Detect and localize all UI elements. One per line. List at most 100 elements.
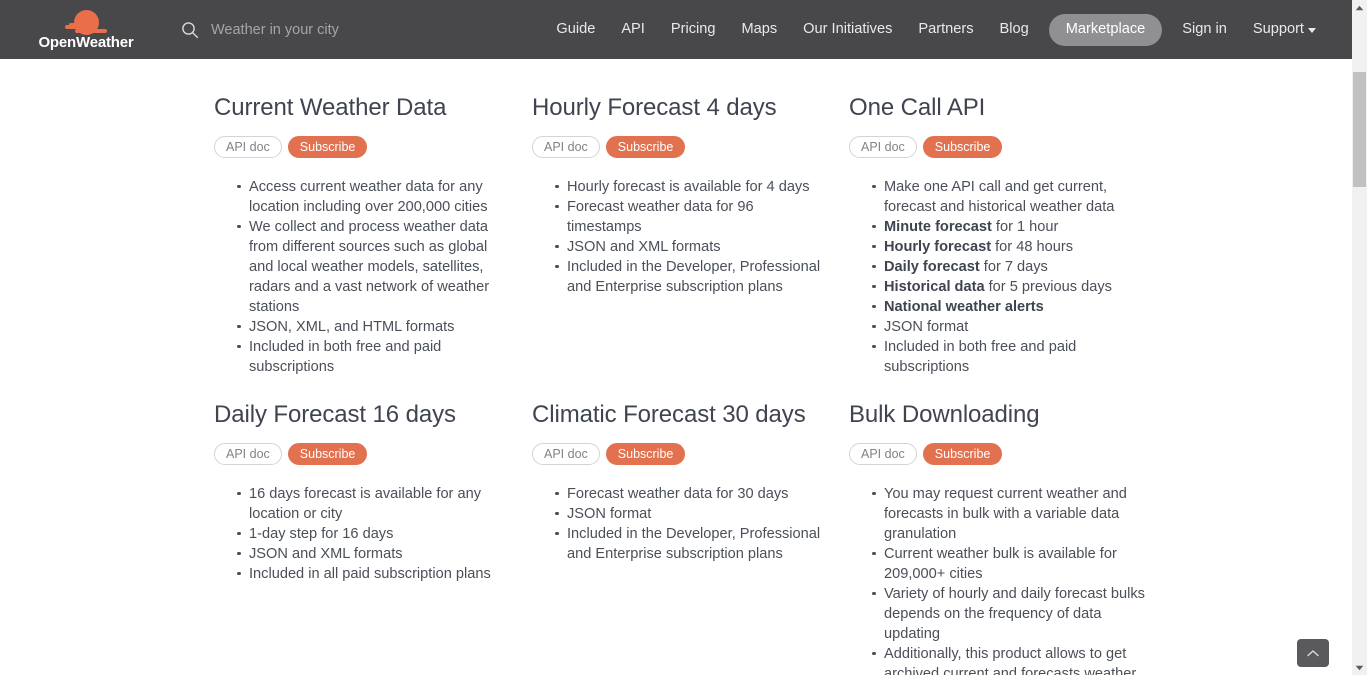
feature-text: Included in the Developer, Professional …	[567, 258, 821, 295]
feature-bold: Daily forecast	[884, 258, 980, 275]
marketplace-products-area: Current Weather Data API doc Subscribe A…	[0, 59, 1352, 675]
page-title: Hourly Forecast 4 days	[532, 94, 777, 121]
feature-list: 16 days forecast is available for any lo…	[214, 484, 514, 584]
list-item: JSON, XML, and HTML formats	[237, 317, 514, 337]
nav-item-api[interactable]: API	[608, 0, 658, 59]
list-item: JSON and XML formats	[237, 544, 514, 564]
subscribe-button[interactable]: Subscribe	[605, 135, 686, 158]
scroll-to-top-button[interactable]	[1297, 639, 1329, 667]
scroll-down-arrow-icon[interactable]	[1352, 660, 1367, 675]
page-title: Bulk Downloading	[849, 401, 1040, 428]
api-doc-button[interactable]: API doc	[849, 442, 917, 465]
page-title: Climatic Forecast 30 days	[532, 401, 806, 428]
feature-list: Hourly forecast is available for 4 days …	[532, 177, 832, 297]
nav-item-marketplace[interactable]: Marketplace	[1048, 13, 1163, 46]
list-item: Forecast weather data for 30 days	[555, 484, 832, 504]
api-doc-button[interactable]: API doc	[849, 135, 917, 158]
feature-text: Current weather bulk is available for 20…	[884, 545, 1117, 582]
list-item: Included in both free and paid subscript…	[872, 337, 1154, 377]
nav-item-guide[interactable]: Guide	[543, 0, 608, 59]
card-actions: API doc Subscribe	[849, 135, 1154, 158]
feature-text: for 48 hours	[991, 238, 1073, 255]
card-actions: API doc Subscribe	[532, 442, 832, 465]
product-card-bulk-downloading: Bulk Downloading API doc Subscribe You m…	[849, 401, 1154, 675]
feature-text: Included in all paid subscription plans	[249, 565, 491, 582]
list-item: Make one API call and get current, forec…	[872, 177, 1154, 217]
feature-list: Make one API call and get current, forec…	[849, 177, 1154, 377]
subscribe-button[interactable]: Subscribe	[287, 135, 368, 158]
list-item: Hourly forecast is available for 4 days	[555, 177, 832, 197]
feature-list: You may request current weather and fore…	[849, 484, 1154, 675]
brand-name: OpenWeather	[38, 33, 134, 51]
feature-text: Forecast weather data for 96 timestamps	[567, 198, 754, 235]
feature-text: We collect and process weather data from…	[249, 218, 490, 315]
list-item: JSON and XML formats	[555, 237, 832, 257]
list-item: 16 days forecast is available for any lo…	[237, 484, 514, 524]
subscribe-button[interactable]: Subscribe	[605, 442, 686, 465]
list-item: You may request current weather and fore…	[872, 484, 1154, 544]
feature-text: Included in both free and paid subscript…	[884, 338, 1077, 375]
feature-text: Make one API call and get current, forec…	[884, 178, 1115, 215]
product-card-climatic-forecast-30-days: Climatic Forecast 30 days API doc Subscr…	[532, 401, 832, 564]
list-item: Current weather bulk is available for 20…	[872, 544, 1154, 584]
card-actions: API doc Subscribe	[214, 442, 514, 465]
feature-text: Forecast weather data for 30 days	[567, 485, 789, 502]
list-item: JSON format	[555, 504, 832, 524]
card-actions: API doc Subscribe	[849, 442, 1154, 465]
openweather-sun-logo-icon	[65, 9, 107, 35]
scrollbar-thumb[interactable]	[1353, 72, 1366, 187]
main-navigation: Guide API Pricing Maps Our Initiatives P…	[543, 0, 1329, 59]
api-doc-button[interactable]: API doc	[532, 135, 600, 158]
nav-item-pricing[interactable]: Pricing	[658, 0, 729, 59]
feature-text: Access current weather data for any loca…	[249, 178, 488, 215]
feature-bold: Minute forecast	[884, 218, 992, 235]
feature-text: JSON and XML formats	[567, 238, 721, 255]
subscribe-button[interactable]: Subscribe	[922, 135, 1003, 158]
list-item: Access current weather data for any loca…	[237, 177, 514, 217]
feature-list: Forecast weather data for 30 days JSON f…	[532, 484, 832, 564]
list-item: We collect and process weather data from…	[237, 217, 514, 317]
feature-text: for 1 hour	[991, 218, 1059, 235]
nav-item-marketplace-wrapper: Marketplace	[1042, 0, 1170, 59]
feature-text: 16 days forecast is available for any lo…	[249, 485, 482, 522]
list-item: Included in both free and paid subscript…	[237, 337, 514, 377]
list-item: Forecast weather data for 96 timestamps	[555, 197, 832, 237]
chevron-down-icon	[1308, 28, 1316, 33]
api-doc-button[interactable]: API doc	[214, 442, 282, 465]
product-card-current-weather-data: Current Weather Data API doc Subscribe A…	[214, 94, 514, 377]
feature-text: for 7 days	[979, 258, 1048, 275]
nav-item-support-label: Support	[1252, 21, 1304, 38]
scroll-up-arrow-icon[interactable]	[1352, 0, 1367, 15]
nav-item-support[interactable]: Support	[1240, 0, 1329, 59]
list-item: Included in the Developer, Professional …	[555, 524, 832, 564]
nav-item-maps[interactable]: Maps	[728, 0, 790, 59]
feature-text: You may request current weather and fore…	[884, 485, 1127, 542]
nav-item-partners[interactable]: Partners	[905, 0, 986, 59]
subscribe-button[interactable]: Subscribe	[287, 442, 368, 465]
list-item: Daily forecast for 7 days	[872, 257, 1154, 277]
list-item: Minute forecast for 1 hour	[872, 217, 1154, 237]
feature-text: Included in the Developer, Professional …	[567, 525, 821, 562]
nav-item-blog[interactable]: Blog	[987, 0, 1042, 59]
product-card-one-call-api: One Call API API doc Subscribe Make one …	[849, 94, 1154, 377]
api-doc-button[interactable]: API doc	[532, 442, 600, 465]
subscribe-button[interactable]: Subscribe	[922, 442, 1003, 465]
feature-text: 1-day step for 16 days	[249, 525, 394, 542]
product-card-daily-forecast-16-days: Daily Forecast 16 days API doc Subscribe…	[214, 401, 514, 584]
list-item: National weather alerts	[872, 297, 1154, 317]
list-item: Included in all paid subscription plans	[237, 564, 514, 584]
card-actions: API doc Subscribe	[532, 135, 832, 158]
vertical-scrollbar[interactable]	[1352, 0, 1367, 675]
search-box[interactable]	[181, 15, 441, 45]
nav-item-our-initiatives[interactable]: Our Initiatives	[790, 0, 905, 59]
search-input[interactable]	[211, 21, 441, 38]
nav-item-sign-in[interactable]: Sign in	[1169, 0, 1240, 59]
feature-text: JSON format	[567, 505, 652, 522]
feature-text: Included in both free and paid subscript…	[249, 338, 442, 375]
feature-bold: National weather alerts	[884, 298, 1044, 315]
list-item: Historical data for 5 previous days	[872, 277, 1154, 297]
product-card-hourly-forecast-4-days: Hourly Forecast 4 days API doc Subscribe…	[532, 94, 832, 297]
feature-text: Hourly forecast is available for 4 days	[567, 178, 810, 195]
api-doc-button[interactable]: API doc	[214, 135, 282, 158]
brand-logo-link[interactable]: OpenWeather	[38, 9, 134, 51]
